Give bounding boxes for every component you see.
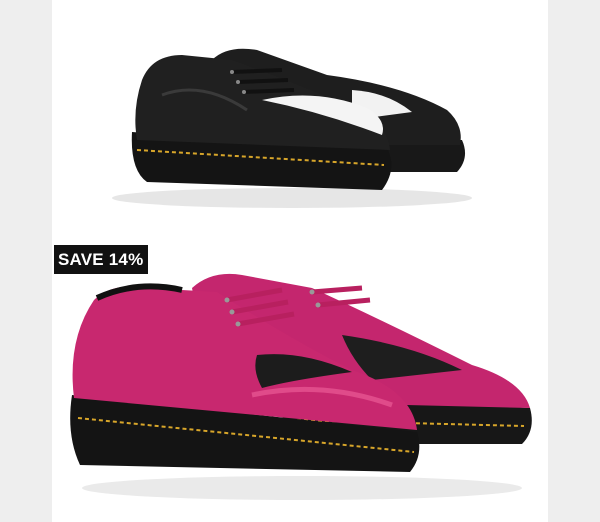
discount-badge: SAVE 14% <box>54 245 149 274</box>
product-card-black-shoe[interactable] <box>52 0 548 225</box>
product-image-black-shoe[interactable] <box>52 0 548 225</box>
product-card-pink-shoe[interactable]: SAVE 14% <box>52 230 548 522</box>
product-panel: SAVE 14% <box>52 0 548 522</box>
